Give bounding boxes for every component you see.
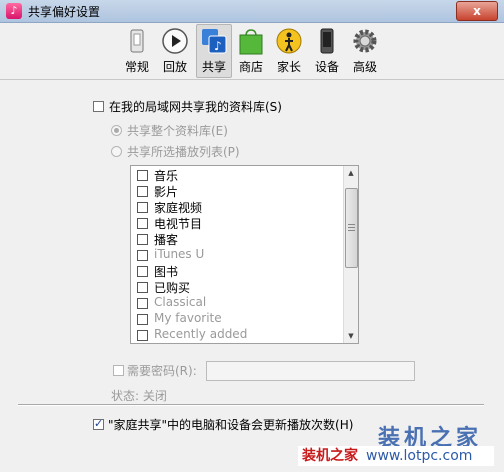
playback-icon — [162, 28, 188, 54]
divider — [18, 404, 484, 406]
home-sharing-checkbox[interactable] — [93, 417, 104, 430]
tab-general-label: 常规 — [124, 60, 149, 74]
list-item-checkbox[interactable] — [137, 186, 148, 197]
tab-devices-label: 设备 — [314, 60, 339, 74]
tab-store-label: 商店 — [238, 60, 263, 74]
list-item-label: 播客 — [154, 233, 179, 247]
list-item-label: 音乐 — [154, 169, 179, 183]
require-password-label: 需要密码(R): — [127, 364, 197, 378]
share-library-checkbox[interactable] — [93, 101, 104, 112]
list-item-label: iTunes U — [154, 247, 205, 261]
list-item-label: 影片 — [154, 185, 179, 199]
list-item-label: Classical — [154, 295, 207, 309]
title-bar: ♪ 共享偏好设置 x — [0, 0, 504, 23]
tab-playback[interactable]: 回放 — [158, 25, 192, 77]
itunes-app-icon: ♪ — [6, 3, 22, 19]
devices-icon — [320, 28, 334, 54]
selected-playlists-radio[interactable] — [111, 146, 122, 157]
tab-playback-label: 回放 — [162, 60, 187, 74]
require-password-checkbox[interactable] — [113, 365, 124, 376]
entire-library-label: 共享整个资料库(E) — [127, 124, 228, 138]
grip-line — [348, 230, 355, 231]
tab-sharing[interactable]: ♪ 共享 — [196, 24, 232, 78]
list-item-label: 已购买 — [154, 281, 191, 295]
tab-advanced-label: 高级 — [352, 60, 377, 74]
list-item-label: 家庭视频 — [154, 201, 203, 215]
home-sharing-label: "家庭共享"中的电脑和设备会更新播放次数(H) — [108, 418, 354, 432]
tab-parental[interactable]: 家长 — [272, 25, 306, 77]
list-scrollbar[interactable]: ▲ ▼ — [343, 166, 358, 343]
list-item-label: 电视节目 — [154, 217, 203, 231]
list-item-checkbox[interactable] — [137, 314, 148, 325]
list-item-checkbox[interactable] — [137, 250, 148, 261]
list-item-checkbox[interactable] — [137, 170, 148, 181]
list-item-checkbox[interactable] — [137, 218, 148, 229]
status-text: 状态: 关闭 — [111, 389, 167, 403]
sharing-icon: ♪ — [202, 29, 227, 54]
scrollbar-thumb[interactable] — [345, 188, 358, 268]
playlist-list[interactable]: 音乐 影片 家庭视频 电视节目 播客 iTunes U 图书 已购买 Class… — [130, 165, 359, 344]
password-field[interactable] — [206, 361, 415, 381]
share-library-label: 在我的局域网共享我的资料库(S) — [109, 100, 282, 114]
tab-advanced[interactable]: 高级 — [348, 25, 382, 77]
tab-general[interactable]: 常规 — [120, 25, 154, 77]
grip-line — [348, 227, 355, 228]
window-title: 共享偏好设置 — [28, 5, 101, 19]
list-item-label: My favorite — [154, 311, 222, 325]
list-item-checkbox[interactable] — [137, 298, 148, 309]
preferences-toolbar: 常规 回放 ♪ 共享 商店 家长 设备 高级 — [0, 23, 504, 80]
svg-text:♪: ♪ — [214, 39, 222, 53]
scroll-up-arrow-icon[interactable]: ▲ — [344, 166, 358, 180]
watermark-cn: 装机之家 — [302, 448, 358, 464]
list-item-checkbox[interactable] — [137, 202, 148, 213]
list-item-checkbox[interactable] — [137, 330, 148, 341]
general-icon — [130, 29, 144, 53]
watermark-banner: 装机之家 www.lotpc.com — [298, 446, 494, 466]
advanced-icon — [353, 29, 377, 53]
entire-library-radio[interactable] — [111, 125, 122, 136]
list-item-checkbox[interactable] — [137, 234, 148, 245]
tab-parental-label: 家长 — [276, 60, 301, 74]
scroll-down-arrow-icon[interactable]: ▼ — [344, 329, 358, 343]
list-item-label: 图书 — [154, 265, 179, 279]
list-item-label: Recently added — [154, 327, 248, 341]
watermark-url: www.lotpc.com — [366, 448, 473, 464]
selected-playlists-label: 共享所选播放列表(P) — [127, 145, 240, 159]
grip-line — [348, 224, 355, 225]
tab-sharing-label: 共享 — [201, 60, 226, 74]
parental-icon — [276, 28, 302, 54]
list-item-checkbox[interactable] — [137, 266, 148, 277]
close-button[interactable]: x — [456, 1, 498, 21]
store-icon — [239, 29, 263, 55]
tab-devices[interactable]: 设备 — [310, 25, 344, 77]
tab-store[interactable]: 商店 — [234, 25, 268, 77]
list-item-checkbox[interactable] — [137, 282, 148, 293]
